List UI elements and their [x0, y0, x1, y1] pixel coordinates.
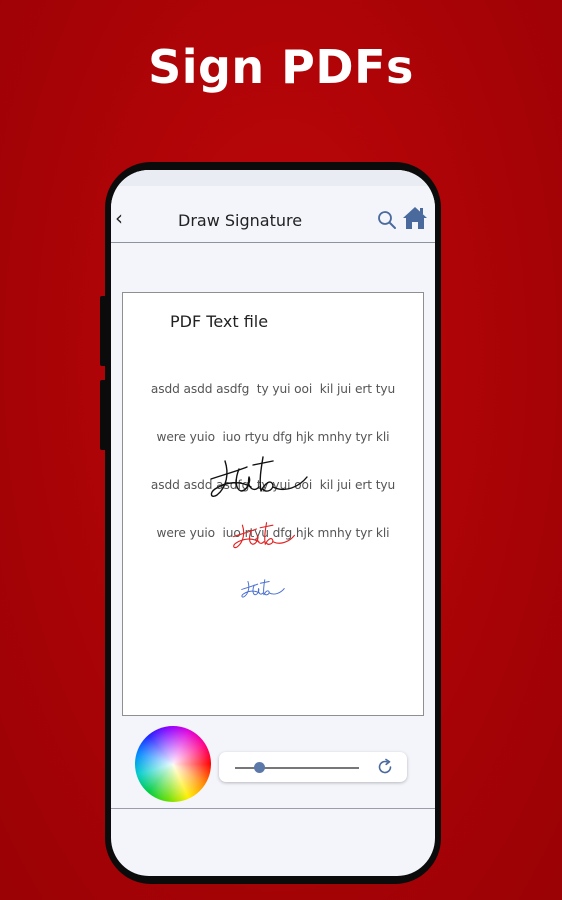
signature-red[interactable] [231, 519, 297, 553]
signature-blue[interactable] [240, 577, 286, 601]
phone-screen: ‹ Draw Signature PDF Text file asdd asdd… [111, 170, 435, 876]
page-title: Draw Signature [178, 211, 303, 230]
home-icon[interactable] [402, 205, 428, 231]
phone-side-button [100, 380, 106, 450]
signature-black[interactable] [207, 453, 311, 503]
stroke-width-card [219, 752, 407, 782]
status-bar [111, 170, 435, 186]
back-chevron-icon[interactable]: ‹ [115, 206, 123, 230]
signature-tools [111, 726, 435, 809]
pdf-document-canvas[interactable]: PDF Text file asdd asdd asdfg ty yui ooi… [122, 292, 424, 716]
refresh-icon[interactable] [376, 758, 394, 776]
document-line: asdd asdd asdfg ty yui ooi kil jui ert t… [150, 382, 396, 396]
document-line: were yuio iuo rtyu dfg hjk mnhy tyr kli [156, 430, 390, 444]
stroke-width-thumb[interactable] [254, 762, 266, 773]
phone-side-button [100, 296, 106, 366]
headline: Sign PDFs [148, 40, 414, 94]
app-bar: ‹ Draw Signature [111, 186, 435, 243]
color-wheel-icon[interactable] [135, 726, 211, 802]
search-icon[interactable] [377, 210, 397, 230]
document-title: PDF Text file [170, 312, 269, 331]
